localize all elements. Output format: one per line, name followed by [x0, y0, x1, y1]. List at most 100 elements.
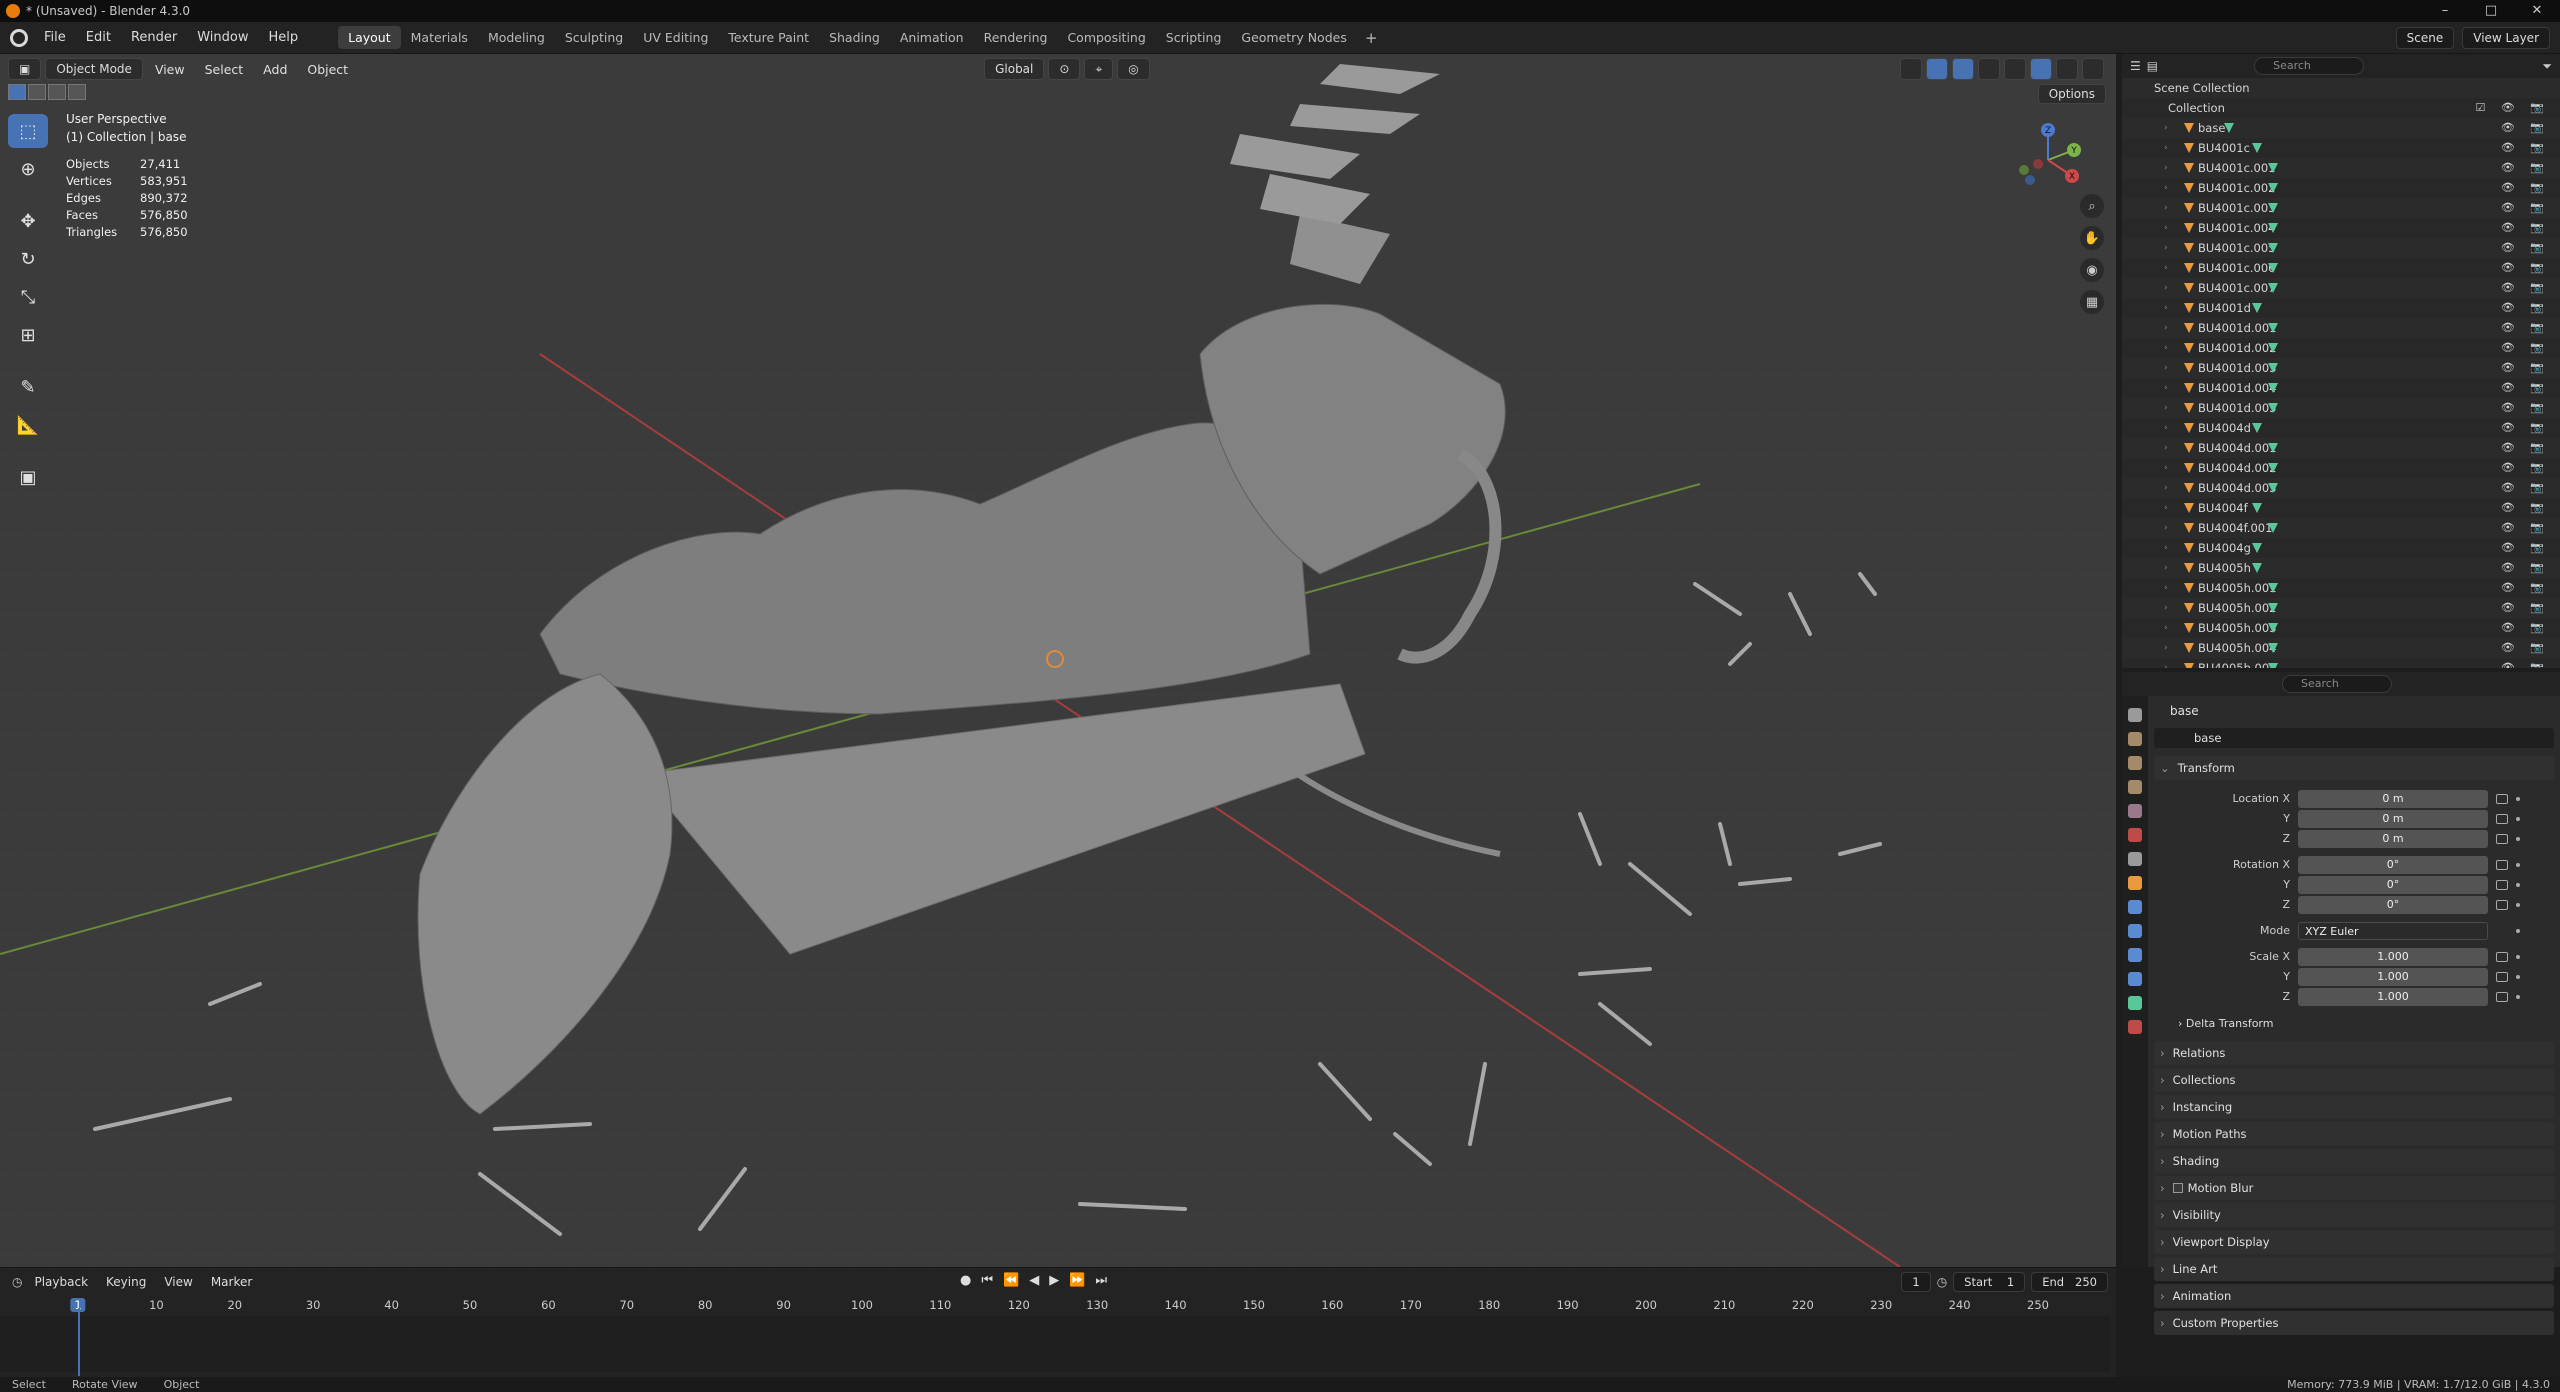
outliner-object-row[interactable]: › BU4004d.002 👁 📷	[2122, 458, 2560, 478]
outliner-object-row[interactable]: › BU4001d.004 👁 📷	[2122, 378, 2560, 398]
expand-chevron-icon[interactable]: ›	[2164, 258, 2168, 278]
lock-icon[interactable]	[2496, 833, 2508, 844]
expand-chevron-icon[interactable]: ›	[2164, 618, 2168, 638]
scene-field[interactable]: Scene	[2395, 27, 2455, 49]
visibility-icons[interactable]: 👁 📷	[2501, 238, 2550, 258]
expand-chevron-icon[interactable]: ›	[2164, 298, 2168, 318]
collection-tab-icon[interactable]	[2128, 852, 2142, 866]
display-mode-icon[interactable]: ▤	[2147, 59, 2158, 73]
outliner-object-row[interactable]: › BU4005h.001 👁 📷	[2122, 578, 2560, 598]
data-tab-icon[interactable]	[2128, 996, 2142, 1010]
menu-file[interactable]: File	[34, 30, 76, 45]
delta-transform-subpanel[interactable]: › Delta Transform	[2154, 1013, 2554, 1035]
keyframe-dot-icon[interactable]	[2516, 796, 2520, 801]
mesh-data-icon[interactable]	[2268, 203, 2278, 213]
tab-animation[interactable]: Animation	[890, 26, 974, 49]
mesh-data-icon[interactable]	[2268, 643, 2278, 653]
particles-tab-icon[interactable]	[2128, 924, 2142, 938]
mesh-data-icon[interactable]	[2268, 663, 2278, 668]
tab-layout[interactable]: Layout	[338, 26, 401, 49]
motion-blur-panel-header[interactable]: Motion Blur	[2154, 1176, 2554, 1200]
select-invert-icon[interactable]	[68, 84, 86, 100]
collection-row[interactable]: Collection ☑ 👁 📷	[2122, 98, 2560, 118]
mesh-data-icon[interactable]	[2268, 343, 2278, 353]
lock-icon[interactable]	[2496, 879, 2508, 890]
current-frame-field[interactable]: 1	[1901, 1272, 1931, 1292]
lock-icon[interactable]	[2496, 991, 2508, 1002]
tab-shading[interactable]: Shading	[819, 26, 890, 49]
timeline-menu-keying[interactable]: Keying	[100, 1275, 152, 1289]
timeline-editor-icon[interactable]: ◷	[12, 1275, 22, 1289]
outliner-object-row[interactable]: › BU4004f.001 👁 📷	[2122, 518, 2560, 538]
outliner-object-row[interactable]: › BU4001d.005 👁 📷	[2122, 398, 2560, 418]
shading-panel-header[interactable]: Shading	[2154, 1149, 2554, 1173]
expand-chevron-icon[interactable]: ›	[2164, 518, 2168, 538]
outliner-object-row[interactable]: › BU4001c 👁 📷	[2122, 138, 2560, 158]
jump-keyframe-forward-icon[interactable]: ⏩	[1069, 1273, 1085, 1288]
select-subtract-icon[interactable]	[48, 84, 66, 100]
view-layer-field[interactable]: View Layer	[2462, 27, 2550, 49]
mesh-data-icon[interactable]	[2268, 623, 2278, 633]
visibility-panel-header[interactable]: Visibility	[2154, 1203, 2554, 1227]
scale-z-field[interactable]: 1.000	[2298, 987, 2488, 1006]
mesh-data-icon[interactable]	[2268, 463, 2278, 473]
select-extend-icon[interactable]	[28, 84, 46, 100]
visibility-icons[interactable]: 👁 📷	[2501, 438, 2550, 458]
expand-chevron-icon[interactable]: ›	[2164, 638, 2168, 658]
scale-y-field[interactable]: 1.000	[2298, 967, 2488, 986]
keyframe-dot-icon[interactable]	[2516, 994, 2520, 999]
rotation-y-field[interactable]: 0°	[2298, 875, 2488, 894]
expand-chevron-icon[interactable]: ›	[2164, 318, 2168, 338]
outliner-object-row[interactable]: › BU4001d.001 👁 📷	[2122, 318, 2560, 338]
outliner-object-row[interactable]: › BU4005h.005 👁 📷	[2122, 658, 2560, 668]
autokey-record-icon[interactable]: ●	[960, 1273, 971, 1288]
jump-keyframe-back-icon[interactable]: ⏪	[1003, 1273, 1019, 1288]
options-button[interactable]: Options	[2037, 84, 2106, 104]
expand-chevron-icon[interactable]: ›	[2164, 338, 2168, 358]
tab-sculpting[interactable]: Sculpting	[555, 26, 633, 49]
visibility-icons[interactable]: 👁 📷	[2501, 358, 2550, 378]
ortho-grid-icon[interactable]: ▦	[2080, 290, 2104, 314]
visibility-icons[interactable]: 👁 📷	[2501, 178, 2550, 198]
tab-texture-paint[interactable]: Texture Paint	[718, 26, 819, 49]
tab-materials[interactable]: Materials	[401, 26, 478, 49]
outliner-object-row[interactable]: › BU4001d.003 👁 📷	[2122, 358, 2560, 378]
mesh-data-icon[interactable]	[2252, 143, 2262, 153]
visibility-icons[interactable]: 👁 📷	[2501, 498, 2550, 518]
rendered-shading-icon[interactable]	[2082, 58, 2104, 80]
menu-window[interactable]: Window	[187, 30, 258, 45]
overlay-toggle-icon[interactable]	[1952, 58, 1974, 80]
tab-scripting[interactable]: Scripting	[1156, 26, 1232, 49]
mesh-data-icon[interactable]	[2268, 443, 2278, 453]
expand-chevron-icon[interactable]: ›	[2164, 158, 2168, 178]
outliner-object-row[interactable]: › BU4001c.007 👁 📷	[2122, 278, 2560, 298]
outliner-object-row[interactable]: › BU4001c.002 👁 📷	[2122, 178, 2560, 198]
keyframe-dot-icon[interactable]	[2516, 954, 2520, 959]
expand-chevron-icon[interactable]: ›	[2164, 458, 2168, 478]
properties-search-input[interactable]: Search	[2282, 675, 2392, 693]
visibility-icons[interactable]: 👁 📷	[2501, 278, 2550, 298]
outliner-object-row[interactable]: › BU4004d 👁 📷	[2122, 418, 2560, 438]
outliner-object-row[interactable]: › BU4004d.001 👁 📷	[2122, 438, 2560, 458]
rotation-z-field[interactable]: 0°	[2298, 895, 2488, 914]
visibility-icons[interactable]: 👁 📷	[2501, 458, 2550, 478]
tab-compositing[interactable]: Compositing	[1057, 26, 1155, 49]
expand-chevron-icon[interactable]: ›	[2164, 198, 2168, 218]
mesh-data-icon[interactable]	[2252, 543, 2262, 553]
outliner-object-row[interactable]: › BU4001c.003 👁 📷	[2122, 198, 2560, 218]
keyframe-dot-icon[interactable]	[2516, 974, 2520, 979]
blender-menu-icon[interactable]	[10, 28, 28, 47]
expand-chevron-icon[interactable]: ›	[2164, 358, 2168, 378]
viewport-menu-view[interactable]: View	[147, 62, 193, 77]
expand-chevron-icon[interactable]: ›	[2164, 118, 2168, 138]
lock-icon[interactable]	[2496, 971, 2508, 982]
expand-chevron-icon[interactable]: ›	[2164, 398, 2168, 418]
proportional-edit-icon[interactable]: ◎	[1117, 58, 1150, 80]
outliner-object-row[interactable]: › BU4001c.006 👁 📷	[2122, 258, 2560, 278]
tab-rendering[interactable]: Rendering	[974, 26, 1058, 49]
location-x-field[interactable]: 0 m	[2298, 789, 2488, 808]
cursor-tool-icon[interactable]: ⊕	[8, 152, 48, 186]
outliner-object-row[interactable]: › BU4004d.003 👁 📷	[2122, 478, 2560, 498]
camera-view-icon[interactable]: ◉	[2080, 258, 2104, 282]
menu-edit[interactable]: Edit	[76, 30, 121, 45]
